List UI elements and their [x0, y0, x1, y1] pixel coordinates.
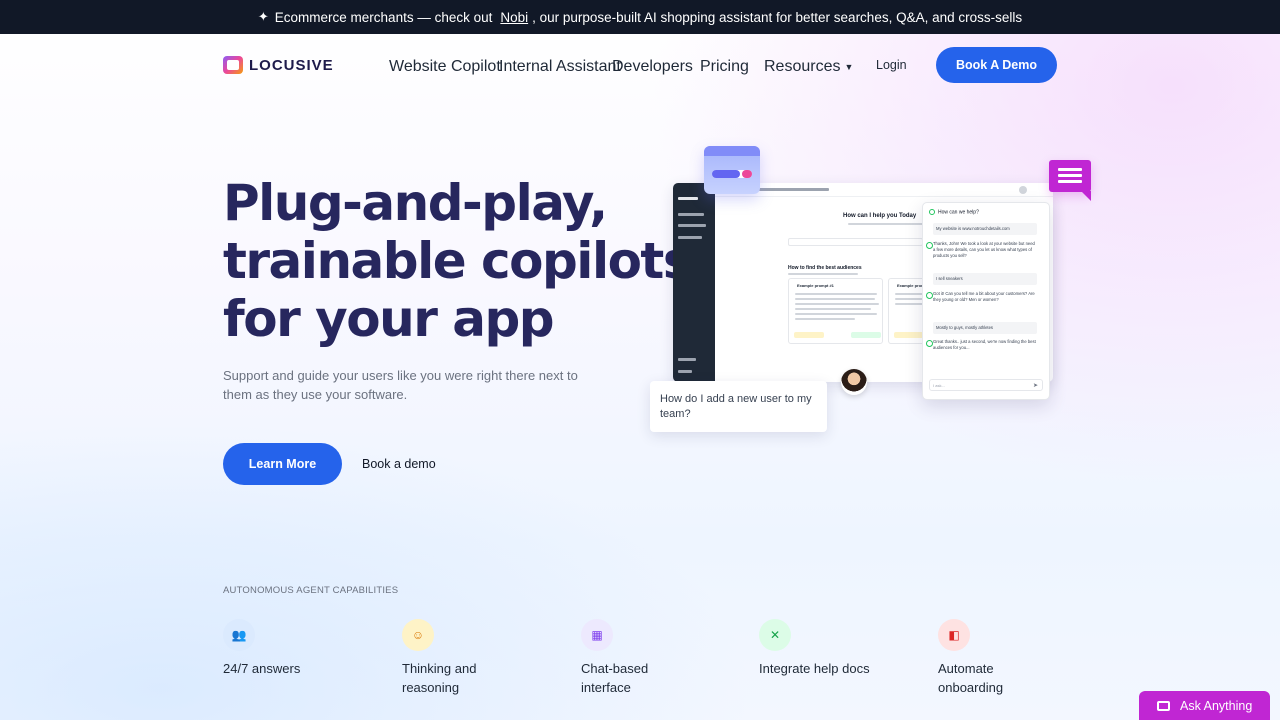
- capability-item: ▦ Chat-based interface: [581, 619, 681, 697]
- sparkle-icon: ✦: [257, 9, 269, 24]
- app-search-input: [788, 238, 923, 246]
- ask-anything-button[interactable]: Ask Anything: [1139, 691, 1270, 720]
- avatar: [1019, 186, 1027, 194]
- hero-title: Plug-and-play, trainable copilots for yo…: [223, 174, 693, 348]
- chat-icon: ▦: [581, 619, 613, 651]
- app-sidebar: [673, 183, 715, 382]
- send-icon: ➤: [1032, 383, 1038, 389]
- capability-item: ☺ Thinking and reasoning: [402, 619, 512, 697]
- hero-subtitle: Support and guide your users like you we…: [223, 368, 578, 402]
- login-link[interactable]: Login: [876, 58, 907, 72]
- capability-item: ✕ Integrate help docs: [759, 619, 909, 678]
- chat-panel-header: How can we help?: [929, 209, 979, 215]
- capability-label: Thinking and reasoning: [402, 661, 477, 695]
- chat-bubble-icon: [1049, 160, 1091, 201]
- capability-label: 24/7 answers: [223, 661, 301, 676]
- capability-item: ◧ Automate onboarding: [938, 619, 1038, 697]
- nav-website-copilot[interactable]: Website Copilot: [389, 58, 501, 76]
- tools-icon: ✕: [759, 619, 791, 651]
- chat-message: Thanks, John! We took a look at your web…: [926, 241, 1037, 259]
- chat-message: Got it! Can you tell me a bit about your…: [926, 291, 1037, 303]
- example-card: Example prompt #1: [788, 278, 883, 344]
- user-avatar: [841, 369, 867, 395]
- chat-panel: How can we help? My website is www.notro…: [922, 202, 1050, 400]
- hero-title-line: for your app: [223, 290, 555, 348]
- announcement-bar: ✦ Ecommerce merchants — check out Nobi ,…: [0, 0, 1280, 34]
- capability-item: 👥 24/7 answers: [223, 619, 373, 678]
- capability-label: Integrate help docs: [759, 661, 870, 676]
- users-icon: 👥: [223, 619, 255, 651]
- book-demo-link[interactable]: Book a demo: [362, 457, 436, 471]
- capability-label: Automate onboarding: [938, 661, 1004, 695]
- app-topbar: [715, 183, 1053, 197]
- chat-message: Mostly to guys, mostly athletes: [933, 322, 1037, 334]
- nav-resources-label: Resources: [764, 58, 841, 75]
- question-bubble: How do I add a new user to my team?: [650, 381, 827, 432]
- announcement-suffix: , our purpose-built AI shopping assistan…: [532, 9, 1023, 25]
- ask-anything-label: Ask Anything: [1180, 698, 1253, 713]
- logo-text: LOCUSIVE: [249, 56, 334, 74]
- chevron-down-icon: ▼: [844, 62, 854, 72]
- capabilities-label: AUTONOMOUS AGENT CAPABILITIES: [223, 585, 399, 596]
- toggle-icon: ◧: [938, 619, 970, 651]
- nav-internal-assistant[interactable]: Internal Assistant: [499, 58, 621, 76]
- hero-title-line: trainable copilots: [223, 232, 693, 290]
- book-demo-button[interactable]: Book A Demo: [936, 47, 1057, 83]
- chat-message: My website is www.notrouchdetails.com: [933, 223, 1037, 235]
- person-icon: ☺: [402, 619, 434, 651]
- floating-widget-card: [704, 146, 760, 194]
- hero-illustration: How can I help you Today How to find the…: [648, 144, 1094, 434]
- nav-developers[interactable]: Developers: [612, 58, 693, 76]
- logo-mark-icon: [223, 56, 243, 74]
- learn-more-button[interactable]: Learn More: [223, 443, 342, 485]
- chat-input: I ask... ➤: [929, 379, 1043, 391]
- bot-icon: [929, 209, 935, 215]
- chat-message: Great thanks.. just a second, we're now …: [926, 339, 1036, 350]
- top-navigation: LOCUSIVE Website Copilot Internal Assist…: [0, 34, 1280, 98]
- nav-resources[interactable]: Resources ▼: [764, 58, 853, 76]
- hero-title-line: Plug-and-play,: [223, 174, 608, 232]
- chat-message: I sell sneakers: [933, 273, 1037, 285]
- announcement-prefix: Ecommerce merchants — check out: [274, 9, 493, 25]
- chat-icon: [1157, 700, 1170, 711]
- capability-label: Chat-based interface: [581, 661, 649, 695]
- nav-pricing[interactable]: Pricing: [700, 58, 749, 76]
- app-heading: How can I help you Today: [843, 213, 917, 219]
- logo[interactable]: LOCUSIVE: [223, 56, 334, 74]
- example-card-title: Example prompt #1: [797, 283, 834, 288]
- app-section-heading: How to find the best audiences: [788, 265, 862, 271]
- nobi-link[interactable]: Nobi: [500, 10, 528, 25]
